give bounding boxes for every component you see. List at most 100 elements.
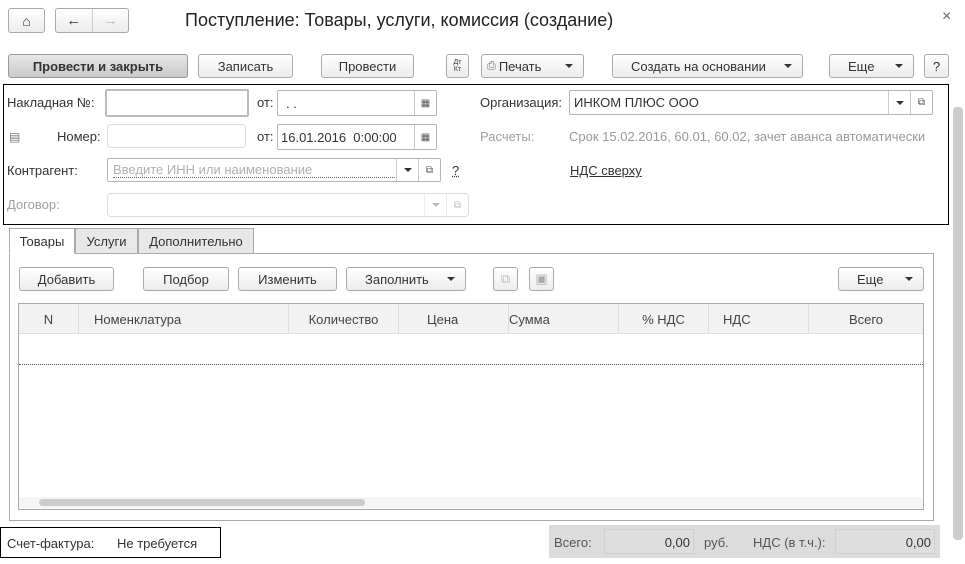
counterparty-placeholder: Введите ИНН или наименование bbox=[113, 162, 395, 178]
copy-rows-button[interactable]: ⧉ bbox=[493, 267, 518, 291]
column-quantity[interactable]: Количество bbox=[289, 304, 399, 334]
arrow-left-icon: ← bbox=[66, 12, 82, 29]
vat-total-value: 0,00 bbox=[835, 529, 935, 554]
more-label: Еще bbox=[848, 58, 875, 74]
printer-icon: ⎙ bbox=[487, 59, 496, 72]
print-button[interactable]: ⎙ Печать bbox=[481, 54, 584, 78]
edit-button[interactable]: Изменить bbox=[238, 267, 337, 291]
dropdown-button[interactable] bbox=[888, 91, 910, 114]
number-label: Номер: bbox=[57, 129, 101, 144]
invoice-label: Счет-фактура: bbox=[7, 536, 95, 551]
organization-label: Организация: bbox=[480, 95, 563, 110]
close-button[interactable]: × bbox=[942, 8, 951, 26]
dtkt-button[interactable]: ДтКт bbox=[446, 54, 469, 78]
scrollbar-thumb[interactable] bbox=[39, 499, 365, 506]
tab-services[interactable]: Услуги bbox=[75, 228, 138, 254]
number-input[interactable] bbox=[107, 124, 246, 148]
open-icon: ⧉ bbox=[453, 199, 462, 211]
vat-total-label: НДС (в т.ч.): bbox=[753, 535, 826, 550]
more-button[interactable]: Еще bbox=[829, 54, 914, 78]
vat-on-top-link[interactable]: НДС сверху bbox=[570, 163, 642, 178]
dropdown-button[interactable] bbox=[424, 194, 446, 216]
page-title: Поступление: Товары, услуги, комиссия (с… bbox=[185, 10, 614, 30]
settlements-link[interactable]: Срок 15.02.2016, 60.01, 60.02, зачет ава… bbox=[569, 129, 925, 144]
document-icon: ▤ bbox=[9, 130, 21, 144]
home-icon: ⌂ bbox=[22, 12, 31, 29]
column-sum-label: Сумма bbox=[509, 311, 550, 327]
totals-panel: Всего: 0,00 руб. НДС (в т.ч.): 0,00 bbox=[549, 525, 940, 558]
horizontal-scrollbar[interactable] bbox=[19, 497, 923, 508]
invoice-status-link[interactable]: Не требуется bbox=[117, 536, 197, 551]
column-n[interactable]: N bbox=[19, 304, 79, 334]
total-label: Всего: bbox=[554, 535, 592, 550]
chevron-down-icon bbox=[895, 100, 904, 105]
contract-input[interactable]: ⧉ bbox=[107, 193, 469, 217]
dtkt-icon: ДтКт bbox=[453, 59, 462, 73]
post-button[interactable]: Провести bbox=[321, 54, 414, 78]
paste-icon: ▣ bbox=[535, 271, 548, 286]
invoice-date-input[interactable]: . . ▦ bbox=[277, 90, 437, 116]
calendar-button[interactable]: ▦ bbox=[414, 91, 436, 115]
column-nomenclature[interactable]: Номенклатура bbox=[79, 304, 289, 334]
post-and-close-button[interactable]: Провести и закрыть bbox=[8, 54, 188, 78]
row-divider bbox=[19, 364, 923, 365]
fill-button[interactable]: Заполнить bbox=[346, 267, 466, 291]
column-total[interactable]: Всего bbox=[809, 304, 923, 334]
column-vat-rate[interactable]: % НДС bbox=[619, 304, 709, 334]
open-icon: ⧉ bbox=[425, 164, 434, 176]
calendar-button[interactable]: ▦ bbox=[414, 125, 436, 149]
open-button[interactable]: ⧉ bbox=[418, 159, 440, 181]
paste-rows-button[interactable]: ▣ bbox=[529, 267, 554, 291]
arrow-right-icon: → bbox=[102, 12, 118, 29]
open-button[interactable]: ⧉ bbox=[910, 91, 932, 114]
invoice-number-label: Накладная №: bbox=[7, 95, 95, 110]
help-button[interactable]: ? bbox=[924, 54, 949, 78]
vertical-scrollbar[interactable] bbox=[953, 95, 963, 550]
home-button[interactable]: ⌂ bbox=[8, 8, 45, 33]
pick-button[interactable]: Подбор bbox=[143, 267, 229, 291]
calendar-icon: ▦ bbox=[420, 131, 431, 143]
total-value: 0,00 bbox=[604, 529, 694, 554]
column-sum[interactable]: Сумма bbox=[509, 304, 619, 334]
settlements-label: Расчеты: bbox=[480, 129, 535, 144]
date-input[interactable]: 16.01.2016 0:00:00 ▦ bbox=[277, 124, 437, 150]
table-more-button[interactable]: Еще bbox=[838, 267, 924, 291]
scrollbar-thumb[interactable] bbox=[953, 107, 963, 540]
chevron-down-icon bbox=[403, 168, 412, 172]
fill-label: Заполнить bbox=[365, 271, 429, 287]
counterparty-input[interactable]: Введите ИНН или наименование ⧉ bbox=[107, 158, 441, 182]
copy-icon: ⧉ bbox=[500, 271, 511, 286]
column-vat[interactable]: НДС bbox=[709, 304, 809, 334]
chevron-down-icon bbox=[905, 277, 913, 281]
goods-table[interactable]: N Номенклатура Количество Цена Сумма % Н… bbox=[18, 303, 924, 510]
forward-button[interactable]: → bbox=[93, 9, 129, 32]
open-icon: ⧉ bbox=[917, 97, 926, 108]
open-button[interactable]: ⧉ bbox=[446, 194, 468, 216]
column-price[interactable]: Цена bbox=[399, 304, 509, 334]
calendar-icon: ▦ bbox=[420, 97, 431, 109]
invoice-date-label: от: bbox=[257, 95, 274, 110]
add-button[interactable]: Добавить bbox=[19, 267, 114, 291]
dropdown-button[interactable] bbox=[396, 159, 418, 181]
tab-goods[interactable]: Товары bbox=[9, 228, 75, 254]
table-more-label: Еще bbox=[857, 271, 884, 287]
chevron-down-icon bbox=[447, 277, 455, 281]
organization-value: ИНКОМ ПЛЮС ООО bbox=[574, 95, 699, 110]
currency-label: руб. bbox=[704, 535, 729, 550]
save-button[interactable]: Записать bbox=[198, 54, 293, 78]
tab-additional[interactable]: Дополнительно bbox=[138, 228, 254, 254]
counterparty-help-link[interactable]: ? bbox=[452, 163, 459, 178]
organization-input[interactable]: ИНКОМ ПЛЮС ООО ⧉ bbox=[569, 90, 933, 115]
print-label: Печать bbox=[498, 58, 542, 74]
date-label: от: bbox=[257, 129, 274, 144]
chevron-down-icon bbox=[784, 64, 792, 68]
invoice-number-input[interactable] bbox=[105, 89, 249, 117]
contract-label: Договор: bbox=[7, 197, 60, 212]
counterparty-label: Контрагент: bbox=[7, 163, 78, 178]
nav-group: ← → bbox=[55, 8, 129, 33]
invoice-date-value: . . bbox=[286, 95, 297, 111]
create-based-on-button[interactable]: Создать на основании bbox=[612, 54, 803, 78]
back-button[interactable]: ← bbox=[56, 9, 93, 32]
chevron-down-icon bbox=[895, 64, 903, 68]
create-based-label: Создать на основании bbox=[631, 58, 766, 74]
